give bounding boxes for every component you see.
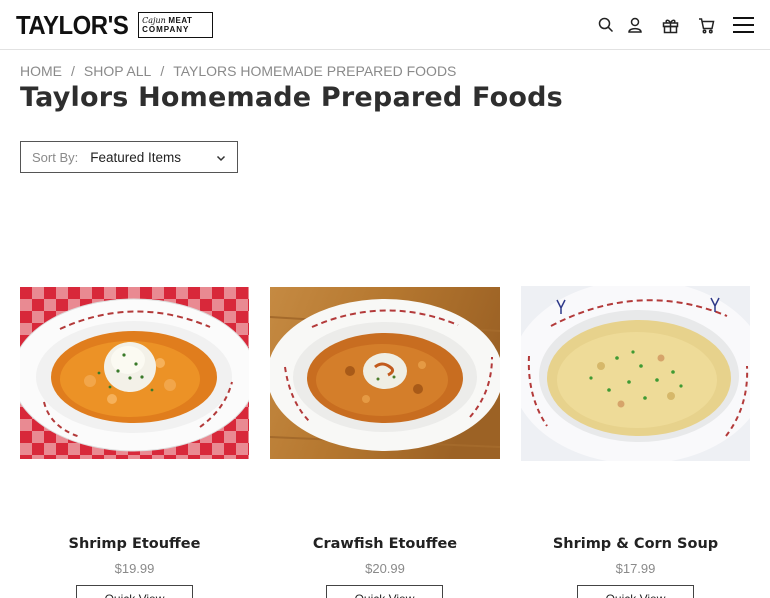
search-icon[interactable] <box>596 15 616 35</box>
breadcrumb-current[interactable]: TAYLORS HOMEMADE PREPARED FOODS <box>173 63 456 79</box>
breadcrumb-home[interactable]: HOME <box>20 63 62 79</box>
product-price: $17.99 <box>615 561 656 576</box>
quick-view-button[interactable]: Quick View <box>577 585 694 598</box>
product-name[interactable]: Crawfish Etouffee <box>270 536 500 552</box>
product-image-crawfish-etouffee[interactable] <box>270 287 500 459</box>
logo-company: COMPANY <box>142 24 190 34</box>
breadcrumb: HOME / SHOP ALL / TAYLORS HOMEMADE PREPA… <box>20 63 456 79</box>
chevron-down-icon <box>216 155 226 162</box>
product-name[interactable]: Shrimp & Corn Soup <box>521 536 750 552</box>
breadcrumb-shop-all[interactable]: SHOP ALL <box>84 63 151 79</box>
logo-meat: MEAT <box>168 15 193 25</box>
product-image-shrimp-corn-soup[interactable] <box>521 286 750 461</box>
site-header: TAYLOR'S Cajun MEAT COMPANY <box>0 0 770 50</box>
product-image-shrimp-etouffee[interactable] <box>20 287 249 459</box>
cart-icon[interactable] <box>696 15 716 35</box>
logo-script: Cajun <box>142 15 166 25</box>
sort-select[interactable]: Sort By: Featured Items <box>20 141 238 173</box>
quick-view-button[interactable]: Quick View <box>326 585 443 598</box>
sort-value: Featured Items <box>90 149 182 165</box>
taylors-logo[interactable]: TAYLOR'S Cajun MEAT COMPANY <box>16 10 214 40</box>
product-name[interactable]: Shrimp Etouffee <box>20 536 249 552</box>
gift-icon[interactable] <box>660 15 680 35</box>
product-price: $20.99 <box>365 561 405 576</box>
breadcrumb-separator: / <box>71 63 75 79</box>
product-price: $19.99 <box>114 561 155 576</box>
logo-badge: Cajun MEAT COMPANY <box>138 12 214 38</box>
account-icon[interactable] <box>625 15 645 35</box>
page-title: Taylors Homemade Prepared Foods <box>20 82 563 113</box>
logo-wordmark: TAYLOR'S <box>16 10 129 40</box>
menu-icon[interactable] <box>733 16 754 34</box>
breadcrumb-separator: / <box>160 63 165 79</box>
sort-label: Sort By: <box>32 149 79 165</box>
quick-view-button[interactable]: Quick View <box>76 585 193 598</box>
